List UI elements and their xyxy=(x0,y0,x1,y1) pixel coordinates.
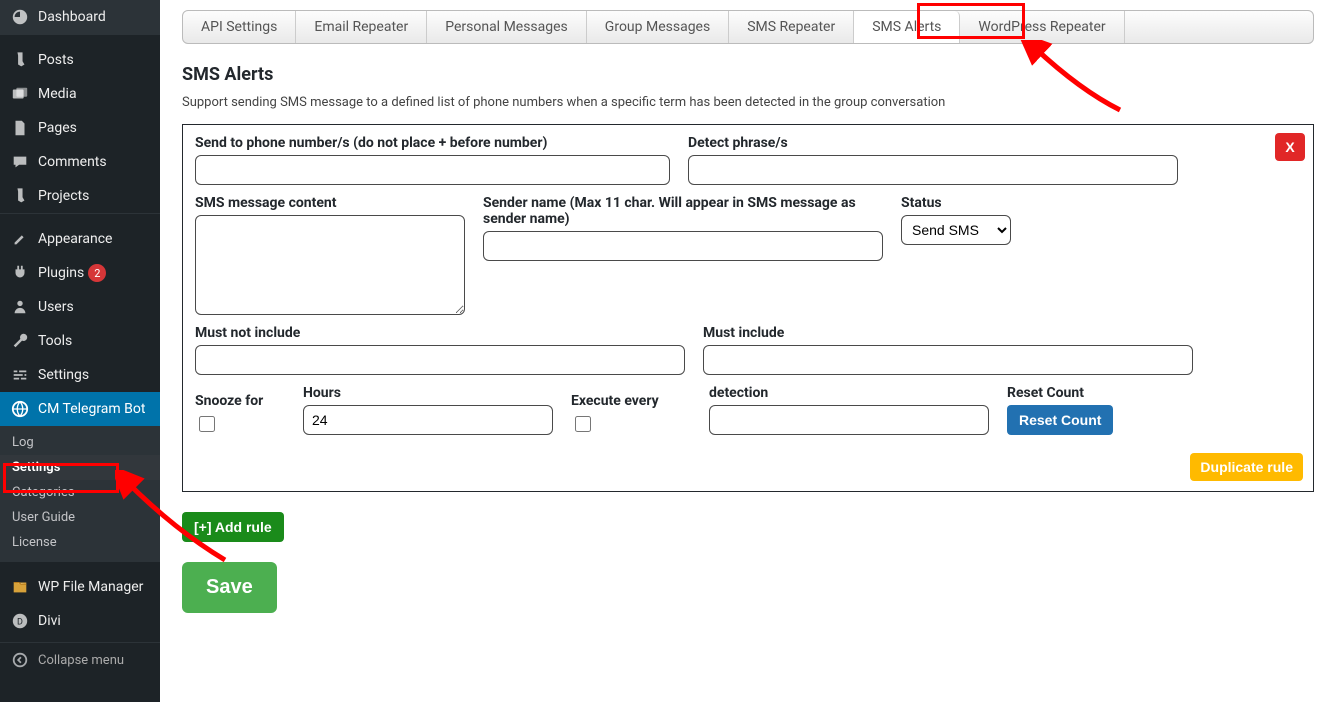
must-label: Must include xyxy=(703,325,1193,341)
detect-input[interactable] xyxy=(688,155,1178,185)
sidebar-item-posts[interactable]: Posts xyxy=(0,43,160,77)
sidebar-item-label: Posts xyxy=(38,52,74,68)
execute-checkbox[interactable] xyxy=(575,416,591,432)
hours-label: Hours xyxy=(303,385,553,401)
page-description: Support sending SMS message to a defined… xyxy=(182,95,1314,110)
sidebar-item-label: Appearance xyxy=(38,231,112,247)
detection-input[interactable] xyxy=(709,405,989,435)
collapse-menu[interactable]: Collapse menu xyxy=(0,642,160,677)
sender-input[interactable] xyxy=(483,231,883,261)
reset-label: Reset Count xyxy=(1007,385,1113,401)
content-label: SMS message content xyxy=(195,195,465,211)
sidebar-item-divi[interactable]: D Divi xyxy=(0,604,160,638)
svg-text:D: D xyxy=(17,618,23,628)
sidebar-item-label: Pages xyxy=(38,120,77,136)
sidebar-item-label: Tools xyxy=(38,333,72,349)
status-label: Status xyxy=(901,195,1011,211)
sidebar-item-label: WP File Manager xyxy=(38,579,143,595)
sliders-icon xyxy=(10,365,30,385)
sidebar-item-users[interactable]: Users xyxy=(0,290,160,324)
rule-box: X Send to phone number/s (do not place +… xyxy=(182,124,1314,492)
sidebar-item-cm-telegram-bot[interactable]: CM Telegram Bot xyxy=(0,392,160,426)
users-icon xyxy=(10,297,30,317)
sidebar-item-label: Projects xyxy=(38,188,89,204)
sidebar-item-label: Users xyxy=(38,299,74,315)
plugin-icon xyxy=(10,263,30,283)
sidebar-item-label: Dashboard xyxy=(38,9,106,25)
delete-rule-button[interactable]: X xyxy=(1275,133,1305,161)
pin-icon xyxy=(10,50,30,70)
sender-label: Sender name (Max 11 char. Will appear in… xyxy=(483,195,863,227)
collapse-icon xyxy=(10,650,30,670)
hours-input[interactable] xyxy=(303,405,553,435)
tab-sms-alerts[interactable]: SMS Alerts xyxy=(854,11,960,43)
tab-email-repeater[interactable]: Email Repeater xyxy=(296,11,427,43)
submenu-user-guide[interactable]: User Guide xyxy=(0,505,160,530)
tab-sms-repeater[interactable]: SMS Repeater xyxy=(729,11,854,43)
sidebar-submenu: Log Settings Categories User Guide Licen… xyxy=(0,426,160,561)
tab-api-settings[interactable]: API Settings xyxy=(183,11,296,43)
update-badge: 2 xyxy=(88,264,106,282)
tab-spacer xyxy=(1125,11,1313,43)
status-select[interactable]: Send SMS xyxy=(901,215,1011,245)
submenu-license[interactable]: License xyxy=(0,530,160,555)
sidebar-item-dashboard[interactable]: Dashboard xyxy=(0,0,160,34)
sidebar-item-label: Comments xyxy=(38,154,107,170)
page-title: SMS Alerts xyxy=(182,64,1314,85)
sidebar-item-label: Divi xyxy=(38,613,61,629)
save-button[interactable]: Save xyxy=(182,562,277,613)
brush-icon xyxy=(10,229,30,249)
submenu-log[interactable]: Log xyxy=(0,430,160,455)
sidebar-item-media[interactable]: Media xyxy=(0,77,160,111)
detection-label: detection xyxy=(709,385,989,401)
snooze-label: Snooze for xyxy=(195,393,285,409)
sidebar-item-wp-file-manager[interactable]: WP File Manager xyxy=(0,570,160,604)
submenu-categories[interactable]: Categories xyxy=(0,480,160,505)
submenu-settings[interactable]: Settings xyxy=(0,455,160,480)
sidebar-item-label: CM Telegram Bot xyxy=(38,401,145,417)
sidebar-item-plugins[interactable]: Plugins 2 xyxy=(0,256,160,290)
sidebar-item-appearance[interactable]: Appearance xyxy=(0,222,160,256)
tab-wordpress-repeater[interactable]: WordPress Repeater xyxy=(960,11,1124,43)
wp-admin-sidebar: Dashboard Posts Media Pages Comments Pro… xyxy=(0,0,160,702)
sidebar-item-label: Plugins xyxy=(38,265,84,281)
comment-icon xyxy=(10,152,30,172)
divi-icon: D xyxy=(10,611,30,631)
content-textarea[interactable] xyxy=(195,215,465,315)
snooze-checkbox[interactable] xyxy=(199,416,215,432)
sidebar-item-pages[interactable]: Pages xyxy=(0,111,160,145)
mustnot-label: Must not include xyxy=(195,325,685,341)
tab-personal-messages[interactable]: Personal Messages xyxy=(427,11,587,43)
detect-label: Detect phrase/s xyxy=(688,135,1178,151)
media-icon xyxy=(10,84,30,104)
dashboard-icon xyxy=(10,7,30,27)
tab-group-messages[interactable]: Group Messages xyxy=(587,11,729,43)
must-input[interactable] xyxy=(703,345,1193,375)
phone-input[interactable] xyxy=(195,155,670,185)
duplicate-rule-button[interactable]: Duplicate rule xyxy=(1190,453,1303,481)
phone-label: Send to phone number/s (do not place + b… xyxy=(195,135,670,151)
page-icon xyxy=(10,118,30,138)
pin-icon xyxy=(10,186,30,206)
reset-count-button[interactable]: Reset Count xyxy=(1007,405,1113,435)
folder-icon xyxy=(10,577,30,597)
add-rule-button[interactable]: [+] Add rule xyxy=(182,512,284,542)
collapse-label: Collapse menu xyxy=(38,653,124,668)
mustnot-input[interactable] xyxy=(195,345,685,375)
settings-tabs: API Settings Email Repeater Personal Mes… xyxy=(182,10,1314,44)
sidebar-item-tools[interactable]: Tools xyxy=(0,324,160,358)
globe-icon xyxy=(10,399,30,419)
main-content: API Settings Email Repeater Personal Mes… xyxy=(160,0,1336,702)
sidebar-item-comments[interactable]: Comments xyxy=(0,145,160,179)
sidebar-item-settings[interactable]: Settings xyxy=(0,358,160,392)
execute-label: Execute every xyxy=(571,393,691,409)
sidebar-item-projects[interactable]: Projects xyxy=(0,179,160,213)
wrench-icon xyxy=(10,331,30,351)
sidebar-item-label: Media xyxy=(38,86,77,102)
sidebar-item-label: Settings xyxy=(38,367,89,383)
